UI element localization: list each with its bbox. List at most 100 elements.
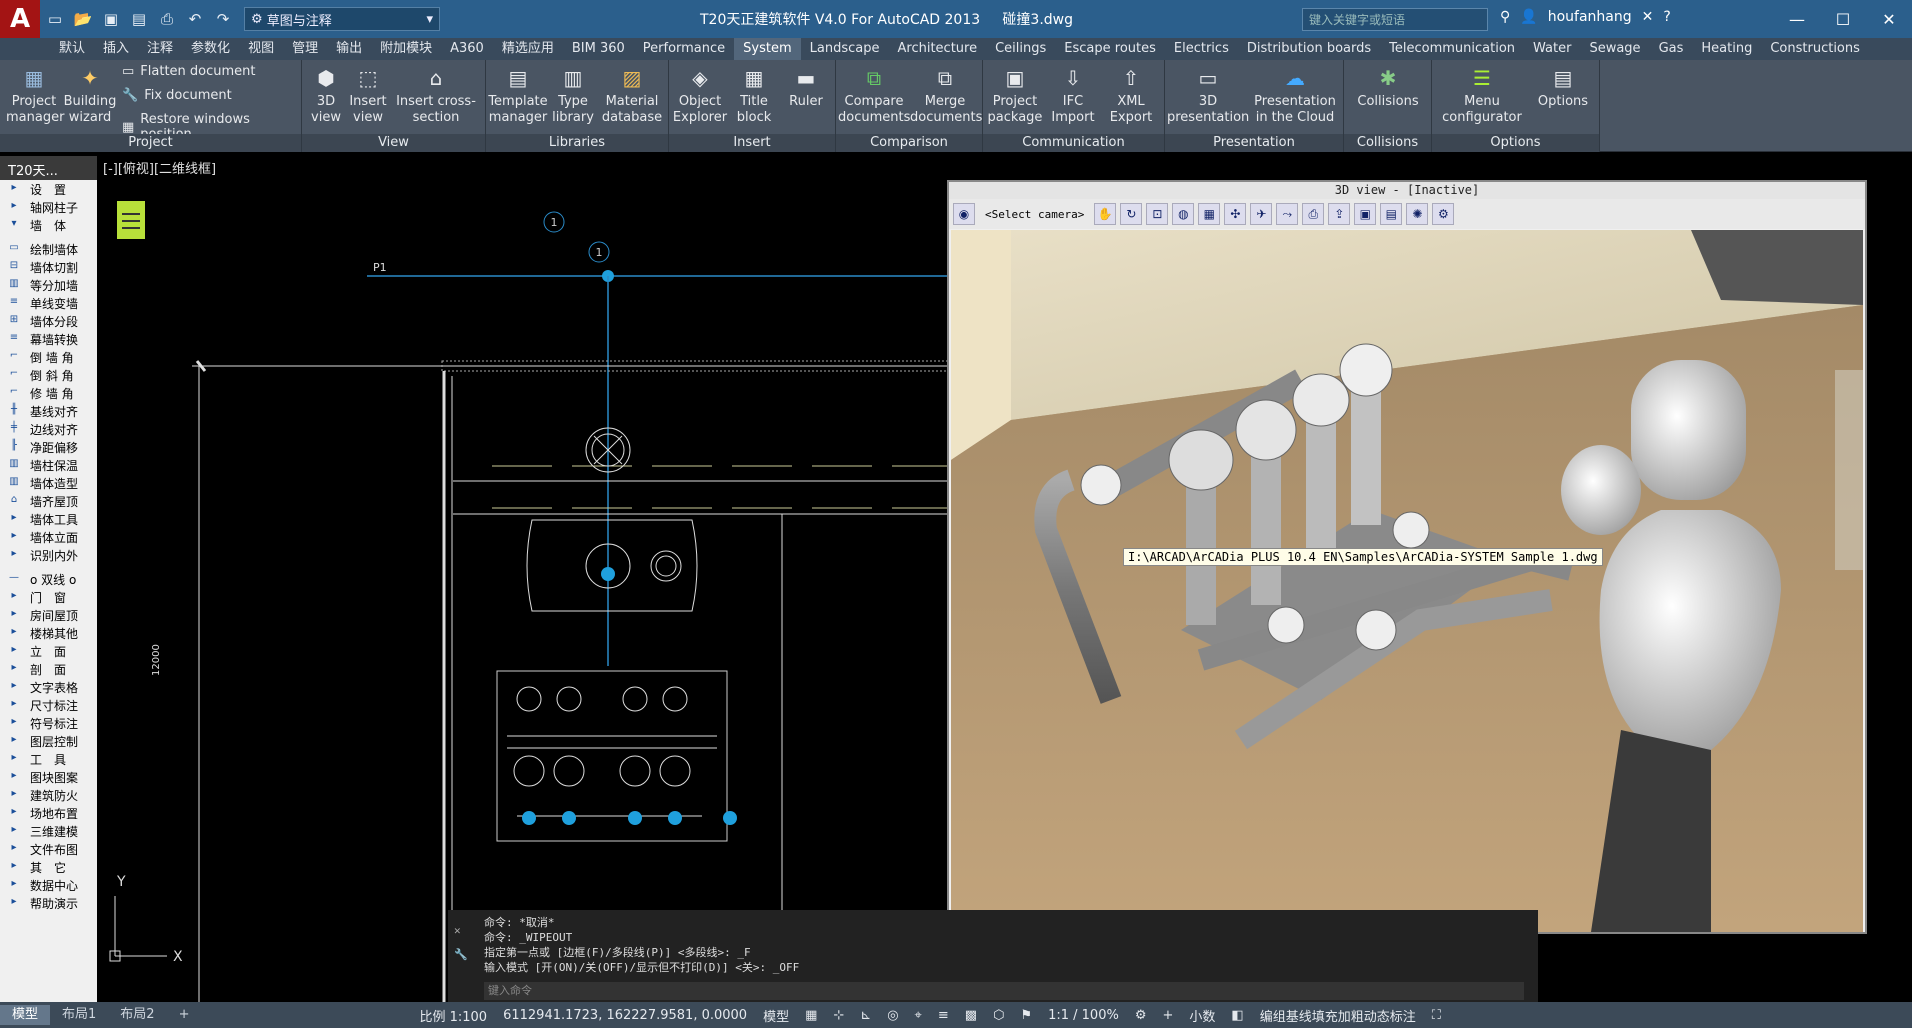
ribbon-tab[interactable]: 插入 (94, 38, 138, 60)
side-menu-item[interactable]: ⊞ 墙体分段 (0, 312, 97, 330)
side-menu-item[interactable]: ▸ 设 置 (0, 180, 97, 198)
side-menu-item[interactable]: ⌐ 倒 斜 角 (0, 366, 97, 384)
ribbon-tab[interactable]: 默认 (50, 38, 94, 60)
add-icon[interactable]: + (1154, 1008, 1181, 1023)
polar-icon[interactable]: ◎ (879, 1008, 906, 1023)
side-menu-item[interactable]: ▥ 墙体造型 (0, 474, 97, 492)
minimize-icon[interactable]: — (1774, 0, 1820, 38)
collisions-button[interactable]: ✱ Collisions (1348, 64, 1428, 110)
building-wizard-button[interactable]: ✦ Building wizard (62, 64, 118, 126)
fullscreen-icon[interactable]: ⛶ (1424, 1008, 1449, 1023)
ifc-import-button[interactable]: ⇩ IFC Import (1045, 64, 1101, 126)
side-menu-item[interactable]: ╟ 净距偏移 (0, 438, 97, 456)
user-name[interactable]: houfanhang (1548, 9, 1632, 25)
side-menu-item[interactable]: ≡ 单线变墙 (0, 294, 97, 312)
presentation-cloud-button[interactable]: ☁ Presentation in the Cloud (1249, 64, 1341, 126)
units-select[interactable]: 小数 (1181, 1006, 1223, 1025)
ribbon-tab[interactable]: Heating (1692, 38, 1761, 60)
ribbon-tab[interactable]: 管理 (283, 38, 327, 60)
snap-icon[interactable]: ⊹ (825, 1008, 852, 1023)
side-menu-item[interactable]: ▸ 符号标注 (0, 714, 97, 732)
compare-documents-button[interactable]: ⧉ Compare documents (838, 64, 910, 126)
type-library-button[interactable]: ▥ Type library (548, 64, 598, 126)
ribbon-tab[interactable]: System (734, 38, 801, 60)
side-menu-item[interactable]: ▸ 工 具 (0, 750, 97, 768)
annotation-scale-select[interactable]: 1:1 / 100% (1040, 1008, 1127, 1023)
redo-icon[interactable]: ↷ (210, 6, 236, 32)
save-as-icon[interactable]: ▤ (126, 6, 152, 32)
side-menu-item[interactable]: ▸ 文字表格 (0, 678, 97, 696)
autocad-logo-icon[interactable]: A (0, 0, 40, 38)
side-menu-item[interactable]: ▸ 数据中心 (0, 876, 97, 894)
side-menu-item[interactable]: ▸ 房间屋顶 (0, 606, 97, 624)
exchange-icon[interactable]: ✕ (1642, 9, 1654, 25)
fly-icon[interactable]: ✈ (1250, 203, 1273, 225)
ribbon-tab[interactable]: Telecommunication (1380, 38, 1524, 60)
side-menu-item[interactable]: ▸ 图层控制 (0, 732, 97, 750)
section-icon[interactable]: ▤ (1380, 203, 1403, 225)
side-menu-item[interactable]: ╪ 边线对齐 (0, 420, 97, 438)
add-layout-icon[interactable]: + (167, 1005, 202, 1025)
ribbon-tab[interactable]: Gas (1650, 38, 1693, 60)
zoom-window-icon[interactable]: ⊡ (1146, 203, 1169, 225)
ribbon-tab[interactable]: Sewage (1580, 38, 1649, 60)
workspace-select[interactable]: ⚙ 草图与注释 ▾ (244, 7, 440, 31)
sphere-icon[interactable]: ◍ (1172, 203, 1195, 225)
maximize-icon[interactable]: ☐ (1820, 0, 1866, 38)
side-menu-item[interactable]: ▥ 墙柱保温 (0, 456, 97, 474)
settings-icon[interactable]: ⚙ (1432, 203, 1455, 225)
grid-icon[interactable]: ▦ (797, 1008, 825, 1023)
isolate-icon[interactable]: ◧ (1223, 1008, 1251, 1023)
camera-select[interactable]: <Select camera> (979, 203, 1090, 225)
ribbon-tab[interactable]: Electrics (1165, 38, 1238, 60)
side-menu-item[interactable]: ⌂ 墙齐屋顶 (0, 492, 97, 510)
light-icon[interactable]: ✺ (1406, 203, 1429, 225)
camera-icon[interactable]: ◉ (953, 203, 975, 225)
ribbon-tab[interactable]: 视图 (239, 38, 283, 60)
3d-presentation-button[interactable]: ▭ 3D presentation (1167, 64, 1249, 126)
side-menu-item[interactable]: ▸ 帮助演示 (0, 894, 97, 912)
ribbon-tab[interactable]: 参数化 (182, 38, 239, 60)
workspace-gear-icon[interactable]: ⚙ (1127, 1008, 1155, 1023)
side-menu-item[interactable]: ▾ 墙 体 (0, 216, 97, 234)
binoculars-icon[interactable]: ⚲ (1500, 9, 1510, 25)
close-icon[interactable]: ✕ (454, 924, 461, 937)
side-menu-item[interactable]: ▸ 剖 面 (0, 660, 97, 678)
render-icon[interactable]: ▣ (1354, 203, 1377, 225)
rotate-icon[interactable]: ↻ (1120, 203, 1143, 225)
print-icon[interactable]: ⎙ (154, 6, 180, 32)
flatten-document-button[interactable]: ▭ Flatten document (122, 64, 256, 79)
side-menu-item[interactable]: ≡ 幕墙转换 (0, 330, 97, 348)
tab-model[interactable]: 模型 (0, 1005, 51, 1025)
side-menu-item[interactable]: ▸ 建筑防火 (0, 786, 97, 804)
help-icon[interactable]: ? (1663, 9, 1670, 25)
side-menu-item[interactable]: ⌐ 修 墙 角 (0, 384, 97, 402)
command-input[interactable]: 键入命令 (484, 982, 1524, 1000)
side-menu-item[interactable]: ▸ 识别内外 (0, 546, 97, 564)
open-file-icon[interactable]: 📂 (70, 6, 96, 32)
object-explorer-button[interactable]: ◈ Object Explorer (671, 64, 729, 126)
side-menu-item[interactable]: ▸ 三维建模 (0, 822, 97, 840)
project-package-button[interactable]: ▣ Project package (985, 64, 1045, 126)
side-menu-item[interactable]: ⌐ 倒 墙 角 (0, 348, 97, 366)
ribbon-tab[interactable]: A360 (441, 38, 493, 60)
side-menu-item[interactable]: ╫ 基线对齐 (0, 402, 97, 420)
selection-cycling-icon[interactable]: ⬡ (985, 1008, 1012, 1023)
side-menu-item[interactable]: ▸ 尺寸标注 (0, 696, 97, 714)
wrench-icon[interactable]: 🔧 (454, 948, 468, 961)
export-icon[interactable]: ⇪ (1328, 203, 1351, 225)
annotation-visibility-icon[interactable]: ⚑ (1012, 1008, 1040, 1023)
model-space-toggle[interactable]: 模型 (755, 1006, 797, 1025)
3d-scene[interactable]: I:\ARCAD\ArCADia PLUS 10.4 EN\Samples\Ar… (951, 230, 1863, 932)
side-menu-item[interactable]: ▥ 等分加墙 (0, 276, 97, 294)
3d-view-button[interactable]: ⬢ 3D view (306, 64, 346, 126)
ortho-icon[interactable]: ⊾ (852, 1008, 879, 1023)
side-menu-item[interactable]: ▸ 文件布图 (0, 840, 97, 858)
transparency-icon[interactable]: ▩ (957, 1008, 985, 1023)
side-menu-item[interactable]: ▸ 轴网柱子 (0, 198, 97, 216)
merge-documents-button[interactable]: ⧉ Merge documents (910, 64, 982, 126)
search-input[interactable]: 键入关键字或短语 (1302, 8, 1488, 31)
ribbon-tab[interactable]: 精选应用 (493, 38, 563, 60)
menu-configurator-button[interactable]: ☰ Menu configurator (1436, 64, 1528, 126)
material-database-button[interactable]: ▨ Material database (598, 64, 666, 126)
